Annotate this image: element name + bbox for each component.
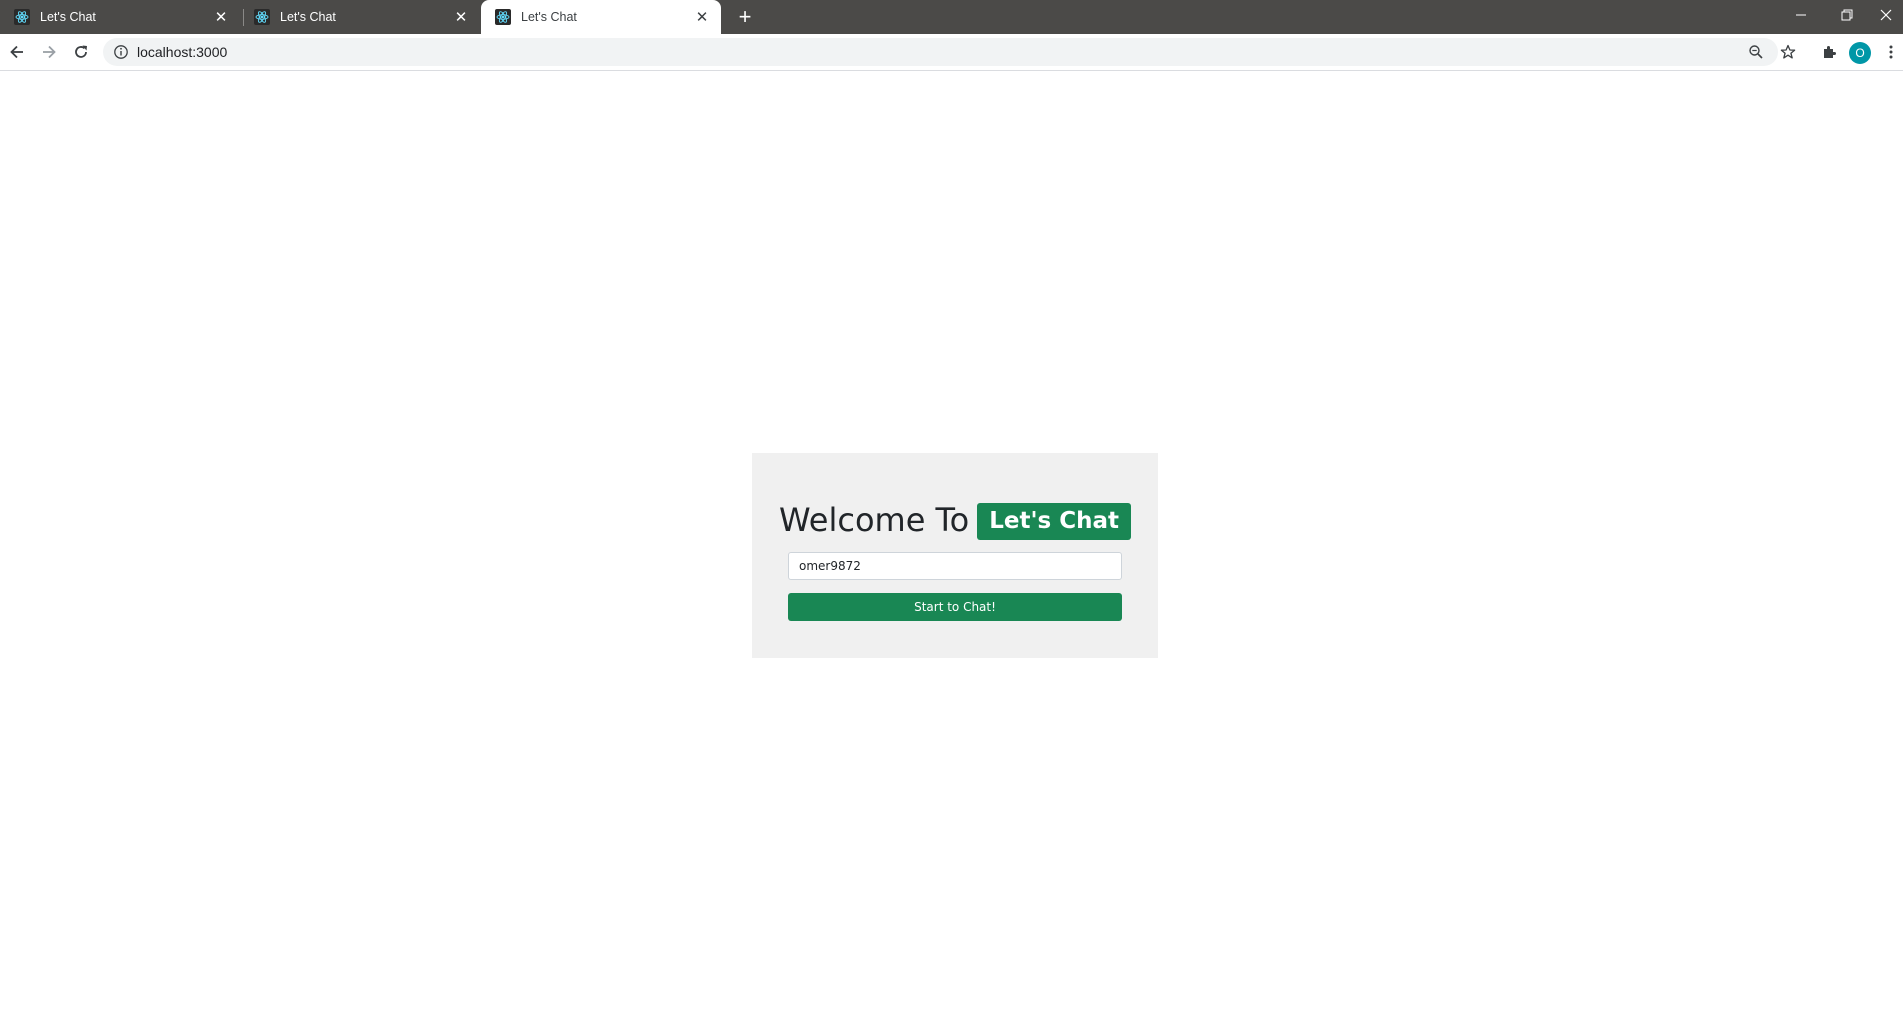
extensions-puzzle-icon[interactable]	[1815, 38, 1843, 66]
close-tab-icon[interactable]: ✕	[452, 8, 470, 26]
start-chat-button[interactable]: Start to Chat!	[788, 593, 1122, 621]
close-tab-icon[interactable]: ✕	[693, 8, 711, 26]
tab-lets-chat-1[interactable]: Let's Chat ✕	[0, 0, 240, 34]
brand-badge: Let's Chat	[977, 503, 1131, 540]
react-icon	[254, 9, 270, 25]
react-icon	[14, 9, 30, 25]
login-card: Welcome To Let's Chat Start to Chat!	[752, 453, 1158, 658]
tab-lets-chat-2[interactable]: Let's Chat ✕	[240, 0, 480, 34]
welcome-heading: Welcome To Let's Chat	[752, 499, 1158, 540]
close-tab-icon[interactable]: ✕	[212, 8, 230, 26]
browser-toolbar: localhost:3000 O	[0, 34, 1903, 71]
tab-lets-chat-3-active[interactable]: Let's Chat ✕	[481, 0, 721, 34]
bookmark-star-icon[interactable]	[1780, 44, 1796, 60]
tab-strip: Let's Chat ✕ Let's Chat ✕ Let's Chat ✕ +	[0, 0, 1903, 34]
profile-avatar[interactable]: O	[1849, 42, 1871, 64]
username-input[interactable]	[788, 552, 1122, 580]
tab-title: Let's Chat	[40, 10, 96, 24]
tab-title: Let's Chat	[280, 10, 336, 24]
reload-icon[interactable]	[67, 38, 95, 66]
close-window-icon[interactable]	[1868, 0, 1903, 30]
address-url[interactable]: localhost:3000	[137, 38, 227, 66]
react-icon	[495, 9, 511, 25]
tab-title: Let's Chat	[521, 10, 577, 24]
minimize-icon[interactable]	[1778, 0, 1824, 30]
site-info-icon[interactable]	[113, 44, 129, 60]
address-bar[interactable]: localhost:3000	[103, 38, 1796, 66]
forward-icon[interactable]	[35, 38, 63, 66]
zoom-icon[interactable]	[1748, 44, 1764, 60]
back-icon[interactable]	[3, 38, 31, 66]
menu-kebab-icon[interactable]	[1881, 38, 1901, 66]
welcome-text: Welcome To	[779, 500, 970, 539]
new-tab-button[interactable]: +	[733, 5, 757, 29]
restore-icon[interactable]	[1824, 0, 1870, 30]
